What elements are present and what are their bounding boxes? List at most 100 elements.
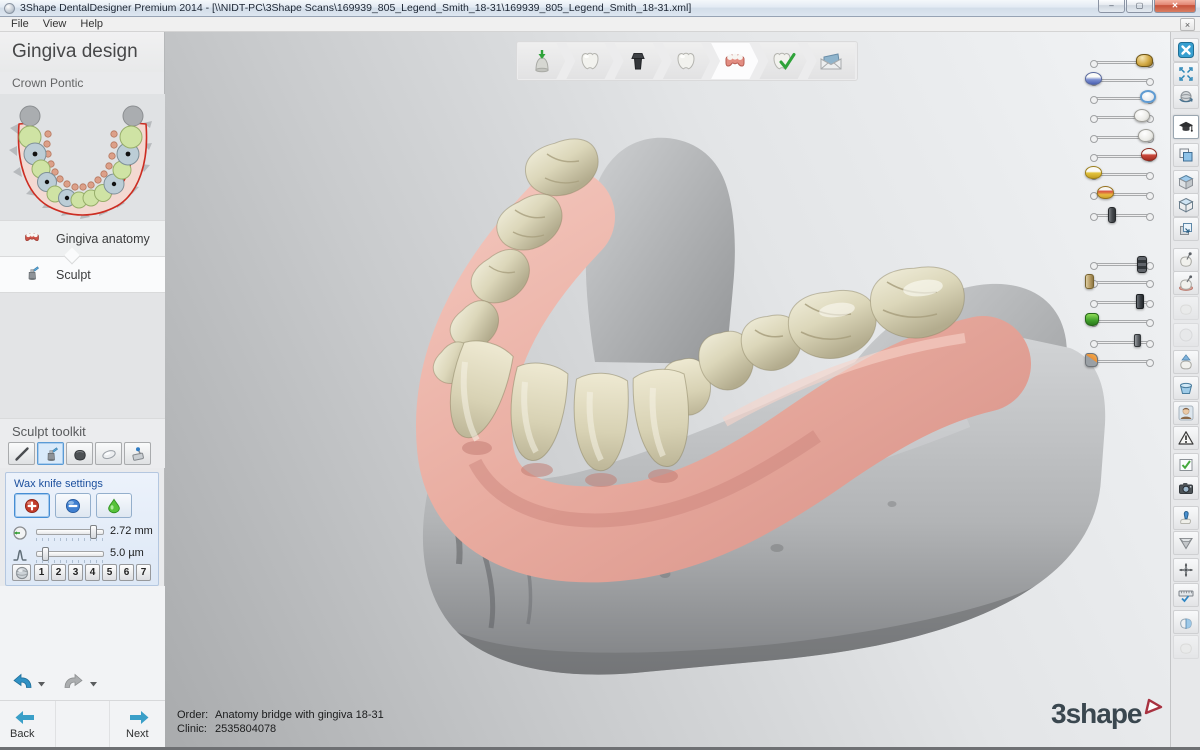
toolbar-layered-view-button[interactable]: [1173, 217, 1199, 241]
small-screw-icon[interactable]: [1134, 334, 1141, 347]
3shape-logo: 3shape: [1051, 700, 1164, 728]
gum-tooth-icon[interactable]: [1097, 186, 1114, 199]
screw-stack-icon[interactable]: [1137, 256, 1147, 273]
wax-tooth-icon[interactable]: [1085, 166, 1102, 179]
preset-3-button[interactable]: 3: [68, 564, 83, 581]
workflow-step-send[interactable]: [808, 43, 855, 79]
smooth-material-button[interactable]: [96, 493, 132, 518]
mdi-close-button[interactable]: ×: [1180, 18, 1195, 31]
small-screw-layer-slider-row: [1083, 333, 1169, 353]
menu-view[interactable]: View: [36, 17, 74, 32]
wax-knife-tool-button[interactable]: [37, 442, 64, 465]
knife-radius-slider[interactable]: [36, 529, 104, 535]
implant-pin-layer-slider[interactable]: [1093, 214, 1151, 217]
toolbar-tooth-pin-view-button[interactable]: [1173, 248, 1199, 272]
preset-7-button[interactable]: 7: [136, 564, 151, 581]
toolbar-screenshot-button[interactable]: [1173, 476, 1199, 500]
ring-crown-icon[interactable]: [1140, 90, 1156, 103]
implant-pin-icon[interactable]: [1108, 207, 1116, 223]
undo-dropdown-icon[interactable]: [37, 681, 46, 687]
workflow-step-gingiva[interactable]: [711, 43, 758, 79]
preset-4-button[interactable]: 4: [85, 564, 100, 581]
redo-dropdown-icon[interactable]: [89, 681, 98, 687]
preset-2-button[interactable]: 2: [51, 564, 66, 581]
disc-tool-button[interactable]: [95, 442, 122, 465]
minimize-button[interactable]: –: [1098, 0, 1125, 13]
stamp-tool-button[interactable]: [124, 442, 151, 465]
toolbar-fit-view-button[interactable]: [1173, 62, 1199, 86]
toolbar-insertion-direction-button[interactable]: [1173, 350, 1199, 374]
preset-6-button[interactable]: 6: [119, 564, 134, 581]
preset-5-button[interactable]: 5: [102, 564, 117, 581]
redo-button[interactable]: [62, 672, 86, 690]
gingiva-tooth-icon[interactable]: [1141, 148, 1157, 161]
maximize-button[interactable]: ▢: [1126, 0, 1153, 13]
tan-cylinder-icon[interactable]: [1085, 274, 1094, 289]
next-button[interactable]: Next: [110, 701, 165, 747]
sidebar-step-gingiva-anatomy[interactable]: Gingiva anatomy: [0, 220, 165, 256]
knife-radius-icon: [12, 525, 28, 541]
menu-file[interactable]: File: [4, 17, 36, 32]
screw-stack-layer-slider-row: [1083, 255, 1169, 275]
toolbar-rotate-view-button[interactable]: [1173, 85, 1199, 109]
knife-smoothing-slider[interactable]: [36, 551, 104, 557]
3d-viewport[interactable]: Order: Anatomy bridge with gingiva 18-31…: [165, 32, 1170, 747]
title-bar[interactable]: 3Shape DentalDesigner Premium 2014 - [\\…: [0, 0, 1200, 17]
toolbar-approve-step-button[interactable]: [1173, 453, 1199, 477]
remove-material-button[interactable]: [55, 493, 91, 518]
toolbar-copy-view-button[interactable]: [1173, 143, 1199, 167]
workflow-step-abutment[interactable]: [615, 43, 662, 79]
die-tool-button[interactable]: [66, 442, 93, 465]
workflow-step-scan[interactable]: [518, 43, 565, 79]
gold-crown-icon[interactable]: [1136, 54, 1153, 67]
sidebar-step-sculpt[interactable]: Sculpt: [0, 256, 165, 292]
dental-model-render[interactable]: [165, 32, 1170, 747]
toolbar-material-bucket-button[interactable]: [1173, 376, 1199, 400]
preset-1-button[interactable]: 1: [34, 564, 49, 581]
workflow-step-finalize[interactable]: [759, 43, 806, 79]
close-button[interactable]: ✕: [1154, 0, 1196, 13]
green-implant-icon[interactable]: [1085, 313, 1099, 326]
workflow-step-anatomy[interactable]: [663, 43, 710, 79]
line-tool-button[interactable]: [8, 442, 35, 465]
dental-arch-overview[interactable]: [0, 94, 165, 220]
toolbar-cube-wire-view-button[interactable]: [1173, 193, 1199, 217]
toolbar-close-view-button[interactable]: [1173, 38, 1199, 62]
dark-screw-icon[interactable]: [1136, 294, 1144, 309]
blue-pontic-icon[interactable]: [1085, 72, 1102, 85]
toolbar-tooth-pin-gum-view-button[interactable]: [1173, 271, 1199, 295]
undo-button[interactable]: [10, 672, 34, 690]
small-screw-layer-slider[interactable]: [1093, 341, 1151, 344]
back-label: Back: [10, 728, 34, 740]
tan-cylinder-layer-slider[interactable]: [1093, 281, 1151, 284]
knife-smoothing-slider-thumb[interactable]: [42, 547, 49, 561]
toolbar-cross-section-button[interactable]: [1173, 610, 1199, 634]
white-crown-icon[interactable]: [1138, 129, 1154, 142]
preset-group-button[interactable]: [12, 564, 31, 581]
workflow-scan-icon: [529, 49, 555, 73]
knife-radius-slider-row: 2.72 mm: [12, 523, 154, 545]
die-tool-icon: [72, 446, 88, 462]
knife-radius-slider-thumb[interactable]: [90, 525, 97, 539]
orange-tool-layer-slider[interactable]: [1093, 360, 1151, 363]
toolbar-patient-photo-button[interactable]: [1173, 401, 1199, 425]
white-crown-icon[interactable]: [1134, 109, 1150, 122]
toolbar-axes-view-button[interactable]: [1173, 558, 1199, 582]
add-material-button[interactable]: [14, 493, 50, 518]
toolbar-prism-view-button[interactable]: [1173, 531, 1199, 555]
green-implant-layer-slider[interactable]: [1093, 320, 1151, 323]
tooth-pin-view-icon: [1178, 252, 1194, 268]
toolbar-measure-ruler-button[interactable]: [1173, 583, 1199, 607]
toolbar-expert-mode-button[interactable]: [1173, 115, 1199, 139]
menu-help[interactable]: Help: [73, 17, 110, 32]
workflow-step-coping[interactable]: [566, 43, 613, 79]
orange-tool-icon[interactable]: [1085, 353, 1098, 367]
back-button[interactable]: Back: [0, 701, 55, 747]
approve-step-icon: [1178, 457, 1194, 473]
measure-ruler-icon: [1178, 587, 1194, 603]
sidebar-step-label: Gingiva anatomy: [56, 232, 150, 246]
toolbar-cube-solid-view-button[interactable]: [1173, 170, 1199, 194]
toolbar-warnings-button[interactable]: [1173, 426, 1199, 450]
toolbar-point-probe-button[interactable]: [1173, 506, 1199, 530]
point-probe-icon: [1178, 510, 1194, 526]
